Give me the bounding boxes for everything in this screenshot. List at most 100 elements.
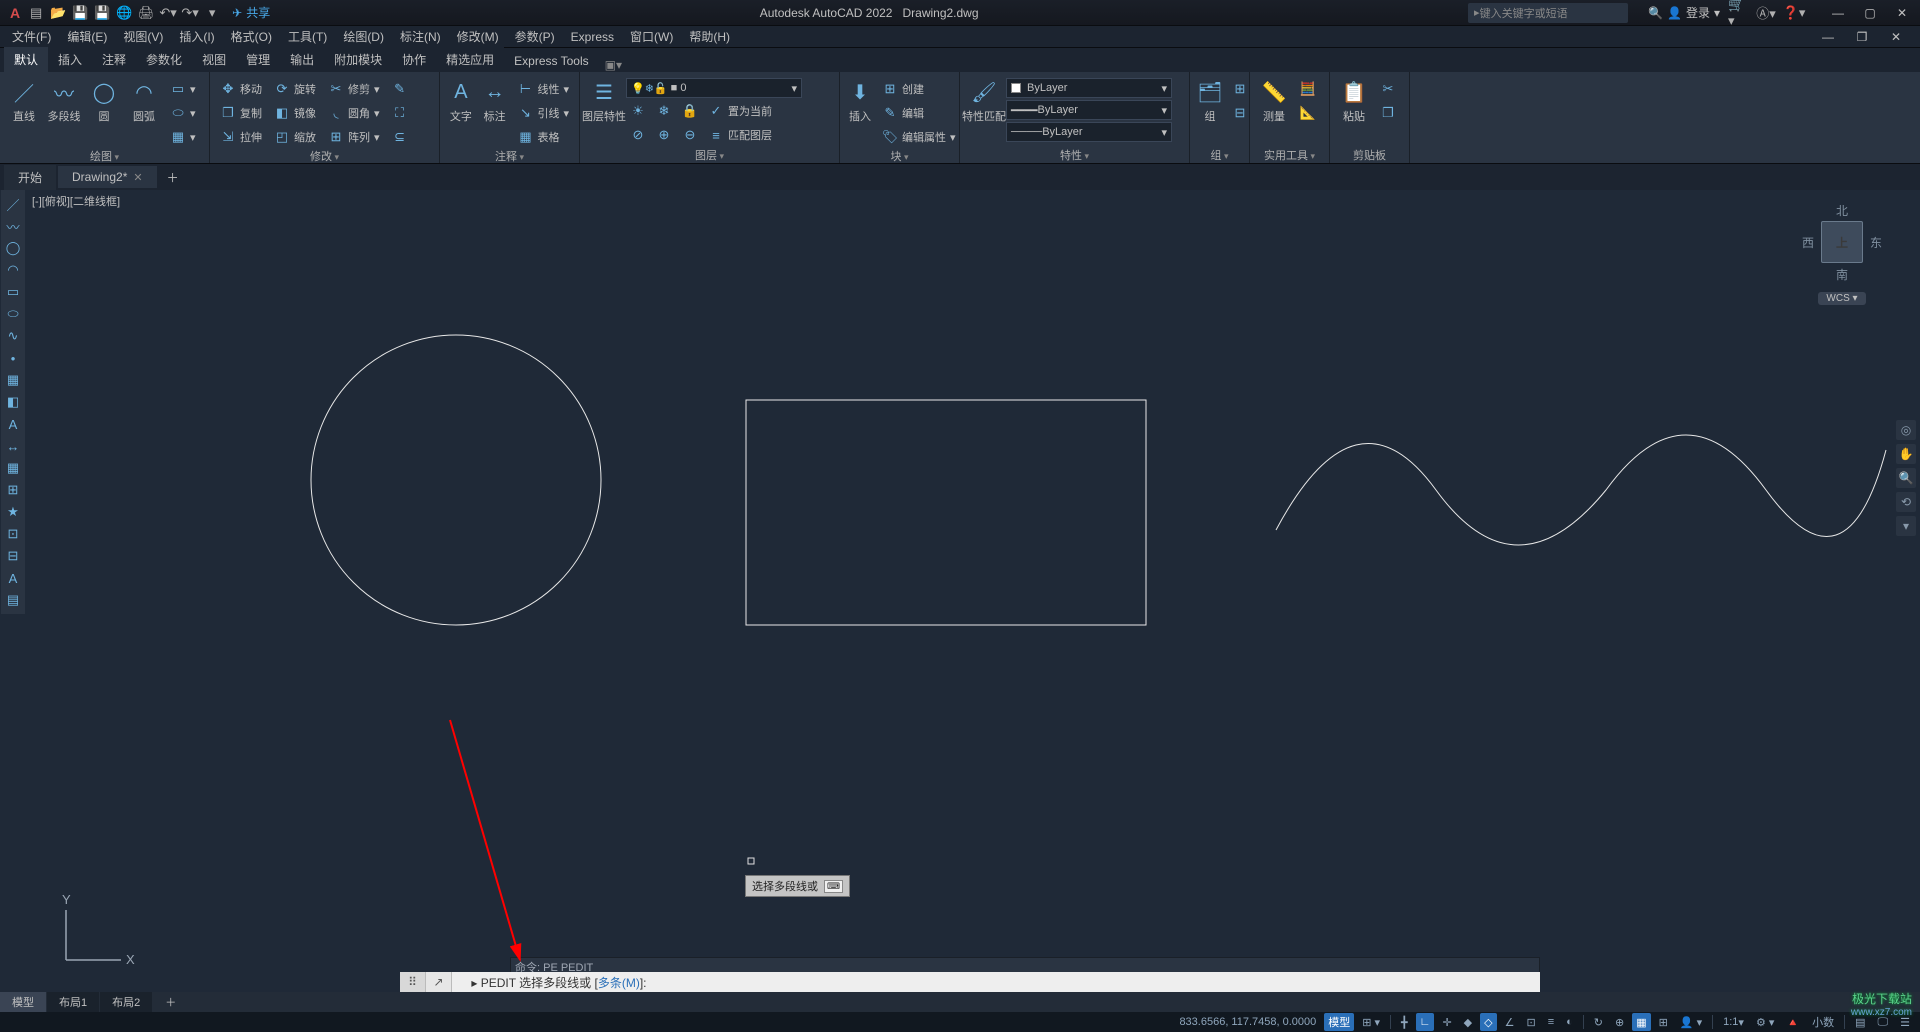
3dosnap-icon[interactable]: ⊕: [1611, 1013, 1628, 1031]
cart-icon[interactable]: 🛒▾: [1728, 3, 1748, 23]
layout-tab-add[interactable]: ＋: [153, 992, 188, 1012]
drawn-rectangle[interactable]: [746, 400, 1146, 625]
ribbon-tab-featured[interactable]: 精选应用: [436, 47, 504, 72]
cycle-icon[interactable]: ↻: [1590, 1013, 1607, 1031]
ribbon-tab-annotate[interactable]: 注释: [92, 47, 136, 72]
maximize-button[interactable]: ▢: [1856, 3, 1884, 23]
ellipse-button[interactable]: ⬭▾: [166, 102, 200, 124]
panel-groups-title[interactable]: 组: [1196, 147, 1243, 163]
layer-setcurrent[interactable]: ✓置为当前: [704, 100, 776, 122]
layer-tool-1[interactable]: ☀: [626, 100, 650, 122]
drawn-spline[interactable]: [1276, 435, 1886, 545]
nav-wheel-icon[interactable]: ◎: [1896, 420, 1916, 440]
menu-window[interactable]: 窗口(W): [622, 26, 681, 47]
tool-point-icon[interactable]: •: [3, 348, 23, 368]
group-tool1[interactable]: ⊞: [1228, 78, 1252, 100]
scale-display[interactable]: 1:1 ▾: [1719, 1013, 1748, 1031]
line-button[interactable]: ／直线: [6, 74, 42, 124]
doc-minimize-button[interactable]: —: [1814, 27, 1842, 47]
menu-format[interactable]: 格式(O): [223, 26, 280, 47]
dyn-toggle-icon[interactable]: ⊡: [1522, 1013, 1539, 1031]
trim-button[interactable]: ✂修剪▾: [324, 78, 384, 100]
hatch-button[interactable]: ▦▾: [166, 126, 200, 148]
rect-button[interactable]: ▭▾: [166, 78, 200, 100]
scale-button[interactable]: ◰缩放: [270, 126, 320, 148]
menu-express[interactable]: Express: [563, 28, 622, 46]
panel-modify-title[interactable]: 修改: [216, 148, 433, 164]
offset-button[interactable]: ⊆: [388, 126, 412, 148]
copy-clip-button[interactable]: ❐: [1376, 102, 1400, 124]
annoscale-icon[interactable]: 🔺: [1782, 1013, 1804, 1031]
explode-button[interactable]: ⛶: [388, 102, 412, 124]
compass-e[interactable]: 东: [1870, 234, 1882, 251]
doc-close-button[interactable]: ✕: [1882, 27, 1910, 47]
wcs-badge[interactable]: WCS ▾: [1818, 292, 1865, 305]
insert-block-button[interactable]: ⬇插入: [846, 74, 874, 124]
ribbon-tab-collab[interactable]: 协作: [392, 47, 436, 72]
array-button[interactable]: ⊞阵列▾: [324, 126, 384, 148]
ribbon-tab-param[interactable]: 参数化: [136, 47, 192, 72]
util-1[interactable]: 🧮: [1296, 78, 1320, 100]
viewcube-top[interactable]: 上: [1821, 221, 1863, 263]
ribbon-tab-manage[interactable]: 管理: [236, 47, 280, 72]
save-icon[interactable]: 💾: [70, 3, 90, 23]
compass-n[interactable]: 北: [1836, 202, 1848, 219]
color-select[interactable]: ByLayer▾: [1006, 78, 1172, 98]
panel-annotate-title[interactable]: 注释: [446, 148, 573, 164]
menu-help[interactable]: 帮助(H): [681, 26, 738, 47]
gizmo-icon[interactable]: ⊞: [1655, 1013, 1672, 1031]
share-button[interactable]: ✈ 共享: [232, 4, 270, 21]
arc-button[interactable]: ◠圆弧: [126, 74, 162, 124]
tool-arc-icon[interactable]: ◠: [3, 260, 23, 280]
fillet-button[interactable]: ◟圆角▾: [324, 102, 384, 124]
linear-button[interactable]: ⊢线性▾: [513, 78, 573, 100]
nav-show-icon[interactable]: ▾: [1896, 516, 1916, 536]
tool-line-icon[interactable]: ／: [3, 194, 23, 214]
menu-draw[interactable]: 绘图(D): [335, 26, 392, 47]
panel-draw-title[interactable]: 绘图: [6, 148, 203, 164]
move-button[interactable]: ✥移动: [216, 78, 266, 100]
layout-tab-model[interactable]: 模型: [0, 992, 46, 1012]
layer-match[interactable]: ≡匹配图层: [704, 124, 776, 146]
layer-select[interactable]: 💡❄🔓 ■ 0 ▾: [626, 78, 802, 98]
tool-dim-icon[interactable]: ↔: [3, 436, 23, 456]
close-tab-icon[interactable]: ✕: [133, 171, 142, 184]
tool-more2-icon[interactable]: ★: [3, 502, 23, 522]
text-button[interactable]: A文字: [446, 74, 476, 124]
tool-hatch-icon[interactable]: ▦: [3, 370, 23, 390]
nav-zoom-icon[interactable]: 🔍: [1896, 468, 1916, 488]
block-attr[interactable]: 🏷编辑属性▾: [878, 126, 960, 148]
layer-tool-2[interactable]: ❄: [652, 100, 676, 122]
web-open-icon[interactable]: 🌐: [114, 3, 134, 23]
ribbon-tab-insert[interactable]: 插入: [48, 47, 92, 72]
tool-ellipse-icon[interactable]: ⬭: [3, 304, 23, 324]
new-tab-button[interactable]: ＋: [159, 165, 187, 190]
help-icon[interactable]: ❓▾: [1784, 3, 1804, 23]
menu-dim[interactable]: 标注(N): [392, 26, 449, 47]
cmd-prompt-icon[interactable]: ↗: [426, 972, 452, 992]
saveas-icon[interactable]: 💾: [92, 3, 112, 23]
dim-button[interactable]: ↔标注: [480, 74, 510, 124]
compass-w[interactable]: 西: [1802, 234, 1814, 251]
util-2[interactable]: 📐: [1296, 102, 1320, 124]
tool-more1-icon[interactable]: ⊞: [3, 480, 23, 500]
file-tab-drawing2[interactable]: Drawing2* ✕: [58, 166, 157, 188]
tool-circle-icon[interactable]: ◯: [3, 238, 23, 258]
linetype-select[interactable]: ──── ByLayer▾: [1006, 122, 1172, 142]
tool-more4-icon[interactable]: ⊟: [3, 546, 23, 566]
ribbon-tab-default[interactable]: 默认: [4, 47, 48, 72]
compass-s[interactable]: 南: [1836, 266, 1848, 283]
measure-button[interactable]: 📏测量: [1256, 74, 1292, 124]
nav-pan-icon[interactable]: ✋: [1896, 444, 1916, 464]
tool-more3-icon[interactable]: ⊡: [3, 524, 23, 544]
layer-tool-4[interactable]: ⊘: [626, 124, 650, 146]
menu-param[interactable]: 参数(P): [507, 26, 563, 47]
search-input[interactable]: ▸ 键入关键字或短语: [1468, 3, 1628, 23]
ribbon-tab-view[interactable]: 视图: [192, 47, 236, 72]
menu-view[interactable]: 视图(V): [115, 26, 171, 47]
open-icon[interactable]: 📂: [48, 3, 68, 23]
app-icon[interactable]: Ⓐ▾: [1756, 3, 1776, 23]
trans-toggle-icon[interactable]: ◐: [1562, 1013, 1577, 1031]
panel-utils-title[interactable]: 实用工具: [1256, 147, 1323, 163]
snap-toggle-icon[interactable]: ╋: [1397, 1013, 1412, 1031]
